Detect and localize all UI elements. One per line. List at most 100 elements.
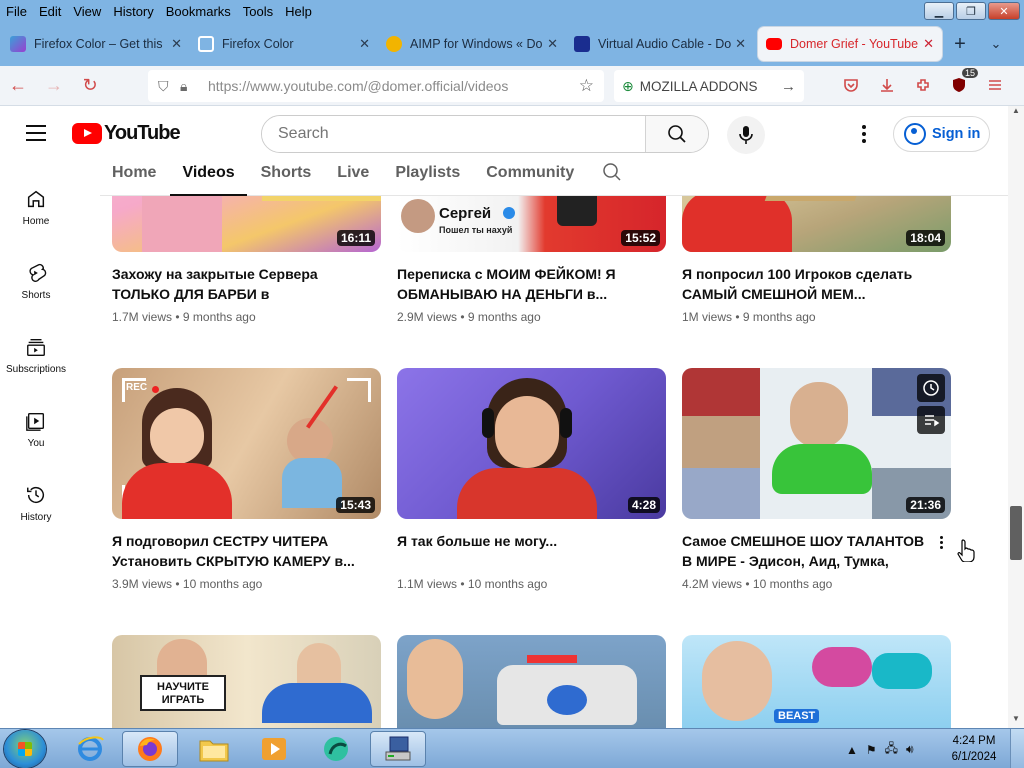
go-arrow-icon[interactable]: → xyxy=(781,78,796,95)
menu-bookmarks[interactable]: Bookmarks xyxy=(160,4,237,19)
page-scrollbar[interactable]: ▲ ▼ xyxy=(1008,106,1024,728)
taskbar-aimp[interactable] xyxy=(308,731,364,767)
video-thumbnail[interactable]: 16:11 xyxy=(112,196,381,252)
video-thumbnail[interactable]: 4:28 xyxy=(397,368,666,519)
sidebar-item-you[interactable]: You xyxy=(0,392,72,466)
tab-close-icon[interactable]: ✕ xyxy=(359,36,370,52)
video-card[interactable]: REC 15:43 Я подговорил СЕСТРУ ЧИТЕРА Уст… xyxy=(112,368,381,591)
app-menu-icon[interactable] xyxy=(984,74,1006,96)
scrollbar-thumb[interactable] xyxy=(1010,506,1022,560)
video-thumbnail[interactable]: BEAST xyxy=(682,635,951,728)
sidebar-item-home[interactable]: Home xyxy=(0,170,72,244)
video-thumbnail[interactable]: REC 15:43 xyxy=(112,368,381,519)
video-card[interactable]: 4:28 Я так больше не могу... 1.1M views … xyxy=(397,368,666,591)
taskbar-internet-explorer[interactable] xyxy=(62,731,118,767)
video-card[interactable]: 18:04 Я попросил 100 Игроков сделать САМ… xyxy=(682,196,951,324)
close-window-button[interactable]: ✕ xyxy=(988,2,1020,20)
lock-icon[interactable]: 🔒︎ xyxy=(180,78,202,95)
video-thumbnail[interactable]: 21:36 xyxy=(682,368,951,519)
start-button[interactable] xyxy=(4,730,46,768)
sidebar-item-shorts[interactable]: Shorts xyxy=(0,244,72,318)
forward-button[interactable]: → xyxy=(36,75,72,96)
tab-live[interactable]: Live xyxy=(325,162,381,196)
extensions-icon[interactable] xyxy=(912,74,934,96)
video-card[interactable]: НАУЧИТЕ ИГРАТЬ xyxy=(112,635,381,728)
tab-close-icon[interactable]: ✕ xyxy=(735,36,746,52)
add-to-queue-icon[interactable] xyxy=(917,406,945,434)
maximize-button[interactable]: ❐ xyxy=(956,2,986,20)
show-hidden-icons-icon[interactable]: ▲ xyxy=(846,743,858,757)
scroll-down-icon[interactable]: ▼ xyxy=(1008,714,1024,728)
network-icon[interactable]: 🖧︎ xyxy=(885,739,898,760)
video-title[interactable]: Самое СМЕШНОЕ ШОУ ТАЛАНТОВ В МИРЕ - Эдис… xyxy=(682,531,932,571)
guide-menu-icon[interactable] xyxy=(26,125,46,141)
scroll-up-icon[interactable]: ▲ xyxy=(1008,106,1024,120)
video-card[interactable]: 16:11 Захожу на закрытые Сервера ТОЛЬКО … xyxy=(112,196,381,324)
tab-youtube[interactable]: Domer Grief - YouTube ✕ xyxy=(758,27,942,61)
menu-help[interactable]: Help xyxy=(279,4,318,19)
settings-more-icon[interactable] xyxy=(854,122,874,146)
show-desktop-button[interactable] xyxy=(1010,729,1024,768)
sidebar-item-history[interactable]: History xyxy=(0,466,72,540)
taskbar-virtual-audio-cable[interactable] xyxy=(370,731,426,767)
back-button[interactable]: ← xyxy=(0,75,36,96)
menu-tools[interactable]: Tools xyxy=(237,4,279,19)
channel-search-icon[interactable] xyxy=(588,162,634,196)
taskbar-firefox[interactable] xyxy=(122,731,178,767)
video-thumbnail[interactable]: Сергей Пошел ты нахуй 15:52 xyxy=(397,196,666,252)
menu-edit[interactable]: Edit xyxy=(33,4,67,19)
tab-shorts[interactable]: Shorts xyxy=(249,162,324,196)
tab-close-icon[interactable]: ✕ xyxy=(547,36,558,52)
video-title[interactable]: Захожу на закрытые Сервера ТОЛЬКО ДЛЯ БА… xyxy=(112,264,362,304)
taskbar-file-explorer[interactable] xyxy=(186,731,242,767)
shield-icon[interactable]: ⛉ xyxy=(158,78,180,95)
url-text[interactable]: https://www.youtube.com/@domer.official/… xyxy=(208,78,579,94)
new-tab-icon[interactable]: + xyxy=(942,33,978,56)
video-actions-menu-icon[interactable] xyxy=(940,536,943,549)
reload-button[interactable]: ↻ xyxy=(72,75,108,96)
clock[interactable]: 4:24 PM 6/1/2024 xyxy=(948,733,1000,765)
voice-search-button[interactable] xyxy=(727,116,765,154)
taskbar-media-player[interactable] xyxy=(246,731,302,767)
tab-aimp[interactable]: AIMP for Windows « Do ✕ xyxy=(378,27,566,61)
watch-later-icon[interactable] xyxy=(917,374,945,402)
tab-firefox-color[interactable]: Firefox Color ✕ xyxy=(190,27,378,61)
url-bar[interactable]: ⛉ 🔒︎ https://www.youtube.com/@domer.offi… xyxy=(148,70,604,102)
sign-in-button[interactable]: Sign in xyxy=(893,116,990,152)
video-title[interactable]: Я попросил 100 Игроков сделать САМЫЙ СМЕ… xyxy=(682,264,932,304)
video-card[interactable] xyxy=(397,635,666,728)
downloads-icon[interactable] xyxy=(876,74,898,96)
menu-file[interactable]: File xyxy=(0,4,33,19)
tab-close-icon[interactable]: ✕ xyxy=(923,36,934,52)
tab-firefox-color-addon[interactable]: Firefox Color – Get this E ✕ xyxy=(2,27,190,61)
search-button[interactable] xyxy=(645,116,708,152)
flag-icon[interactable]: ⚑ xyxy=(866,743,877,757)
tab-virtual-audio-cable[interactable]: Virtual Audio Cable - Do ✕ xyxy=(566,27,754,61)
menu-view[interactable]: View xyxy=(67,4,107,19)
video-title[interactable]: Я подговорил СЕСТРУ ЧИТЕРА Установить СК… xyxy=(112,531,362,571)
video-title[interactable]: Я так больше не могу... xyxy=(397,531,647,571)
tab-videos[interactable]: Videos xyxy=(170,162,247,196)
tab-playlists[interactable]: Playlists xyxy=(383,162,472,196)
video-card[interactable]: BEAST xyxy=(682,635,951,728)
tab-community[interactable]: Community xyxy=(474,162,586,196)
list-tabs-icon[interactable]: ⌄ xyxy=(978,36,1014,52)
volume-icon[interactable]: 🔊︎ xyxy=(906,742,914,757)
minimize-button[interactable]: ▁ xyxy=(924,2,954,20)
video-card[interactable]: Сергей Пошел ты нахуй 15:52 Переписка с … xyxy=(397,196,666,324)
video-thumbnail[interactable] xyxy=(397,635,666,728)
sidebar-item-subscriptions[interactable]: Subscriptions xyxy=(0,318,72,392)
video-title[interactable]: Переписка с МОИМ ФЕЙКОМ! Я ОБМАНЫВАЮ НА … xyxy=(397,264,647,304)
addons-bar[interactable]: ⊕ MOZILLA ADDONS → xyxy=(614,70,804,102)
video-thumbnail[interactable]: 18:04 xyxy=(682,196,951,252)
video-thumbnail[interactable]: НАУЧИТЕ ИГРАТЬ xyxy=(112,635,381,728)
ublock-icon[interactable]: 15 xyxy=(948,68,978,96)
search-input[interactable] xyxy=(262,116,645,152)
video-card[interactable]: 21:36 Самое СМЕШНОЕ ШОУ ТАЛАНТОВ В МИРЕ … xyxy=(682,368,951,591)
bookmark-star-icon[interactable]: ☆ xyxy=(579,76,594,96)
menu-history[interactable]: History xyxy=(107,4,159,19)
tab-close-icon[interactable]: ✕ xyxy=(171,36,182,52)
tab-home[interactable]: Home xyxy=(100,162,168,196)
youtube-logo[interactable]: YouTube xyxy=(72,122,181,145)
pocket-icon[interactable] xyxy=(840,74,862,96)
